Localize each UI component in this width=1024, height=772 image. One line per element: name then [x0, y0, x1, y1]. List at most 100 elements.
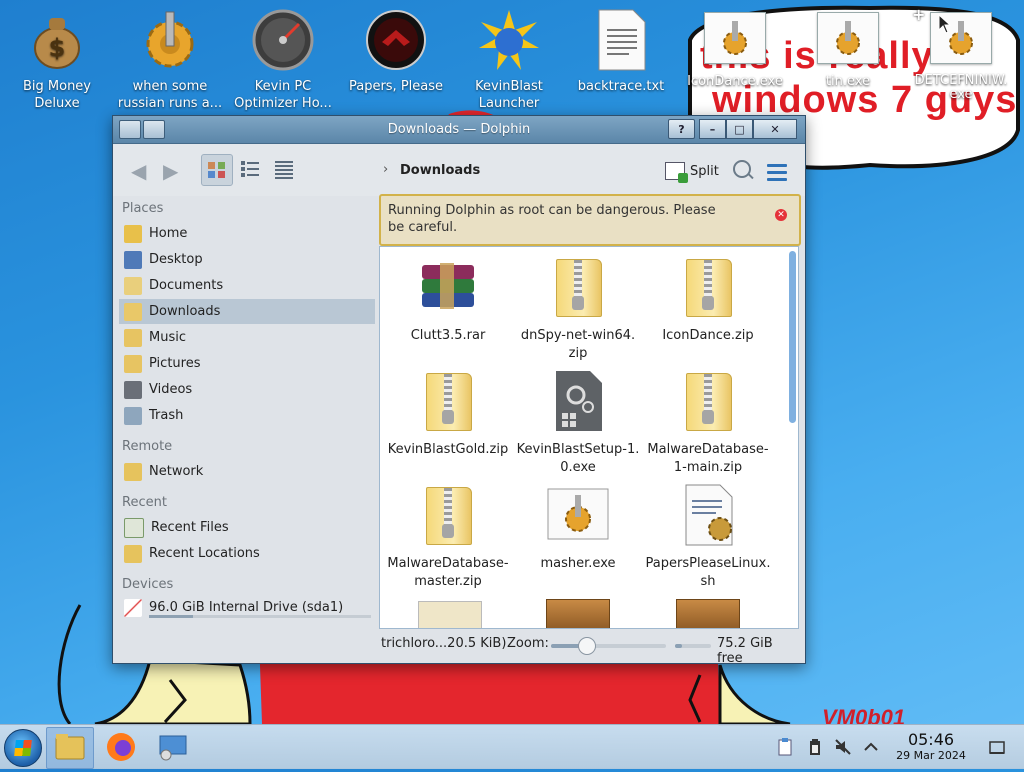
sidebar-item-desktop[interactable]: Desktop: [119, 247, 375, 272]
split-button[interactable]: Split: [665, 160, 719, 183]
file-item-masher[interactable]: masher.exe: [513, 477, 643, 573]
sidebar-item-pictures[interactable]: Pictures: [119, 351, 375, 376]
zip-folder-icon: [546, 255, 610, 319]
details-view-icon: [275, 161, 293, 179]
desktop-icon-label: Deluxe: [34, 96, 80, 111]
desktop-icon-label: when some: [132, 79, 208, 94]
maximize-button[interactable]: □: [726, 119, 753, 139]
sidebar-item-trash[interactable]: Trash: [119, 403, 375, 428]
svg-text:$: $: [49, 34, 66, 62]
network-icon: [124, 462, 142, 481]
sidebar-item-recent-locations[interactable]: Recent Locations: [119, 541, 375, 566]
clock-time: 05:46: [907, 730, 955, 749]
file-item-malwaredatabase-master[interactable]: MalwareDatabase- master.zip: [383, 477, 513, 591]
desktop-icon-kevin-pc-optimizer[interactable]: Kevin PC Optimizer Ho...: [224, 4, 342, 112]
taskbar-dolphin[interactable]: [46, 727, 94, 769]
exe-gear-icon: [704, 12, 766, 64]
rar-archive-icon: [416, 255, 480, 319]
clock[interactable]: 05:46 29 Mar 2024: [886, 731, 976, 763]
battery-icon[interactable]: [806, 738, 824, 756]
package-box-icon[interactable]: [546, 599, 610, 628]
file-item-malwaredatabase-main[interactable]: MalwareDatabase- 1-main.zip: [643, 363, 773, 477]
sidebar-item-videos[interactable]: Videos: [119, 377, 375, 402]
music-icon: [124, 328, 142, 347]
free-space-label: 75.2 GiB free: [717, 636, 773, 666]
compact-view-button[interactable]: [235, 154, 265, 184]
desktop-icon-label: backtrace.txt: [577, 79, 665, 94]
start-button[interactable]: [4, 729, 42, 767]
sidebar-item-recent-files[interactable]: Recent Files: [119, 515, 375, 540]
show-desktop-icon[interactable]: [988, 738, 1006, 756]
close-button[interactable]: ✕: [753, 119, 797, 139]
back-arrow-icon[interactable]: ◀: [131, 160, 153, 182]
hamburger-menu-icon[interactable]: [767, 164, 787, 185]
sidebar-item-downloads[interactable]: Downloads: [119, 299, 375, 324]
desktop-icon-label: Kevin PC: [254, 79, 312, 94]
sidebar-item-documents[interactable]: Documents: [119, 273, 375, 298]
executable-icon: [546, 369, 610, 433]
clipboard-icon[interactable]: [776, 738, 794, 756]
desktop-icon-icondance[interactable]: IconDance.exe: [680, 12, 790, 89]
desktop-icon-detcefniniw[interactable]: DETCEFNINIW. exe: [906, 12, 1016, 102]
mouse-cursor-icon: [938, 14, 952, 34]
volume-muted-icon[interactable]: [834, 738, 852, 756]
desktop-icon-kevinblast-launcher[interactable]: KevinBlast Launcher: [450, 4, 568, 112]
sidebar-item-label: Home: [149, 226, 188, 241]
taskbar-firefox[interactable]: [98, 727, 144, 767]
icons-view-button[interactable]: [201, 154, 233, 186]
file-item-kevinblastgold[interactable]: KevinBlastGold.zip: [383, 363, 513, 459]
file-item-dnspy[interactable]: dnSpy-net-win64. zip: [513, 249, 643, 363]
zoom-slider[interactable]: [551, 637, 666, 655]
sidebar-item-network[interactable]: Network: [119, 459, 375, 484]
taskbar-system-settings[interactable]: [150, 727, 196, 767]
recent-files-icon: [124, 517, 144, 538]
desktop-icon-tin[interactable]: tin.exe: [793, 12, 903, 89]
file-item-clutt[interactable]: Clutt3.5.rar: [383, 249, 513, 345]
details-view-button[interactable]: [269, 154, 299, 184]
file-item-icondance-zip[interactable]: IconDance.zip: [643, 249, 773, 345]
sidebar-item-label: Network: [149, 464, 204, 479]
file-name: dnSpy-net-win64.: [520, 328, 636, 343]
help-button[interactable]: ?: [668, 119, 695, 139]
desktop-icon-label: DETCEFNINIW.: [914, 73, 1008, 88]
icons-view-icon: [208, 162, 225, 178]
zoom-slider-handle[interactable]: [577, 637, 596, 655]
certificate-file-icon[interactable]: [418, 601, 482, 628]
file-name: MalwareDatabase-: [387, 556, 509, 571]
desktop-icon-papers-please[interactable]: Papers, Please: [337, 4, 455, 95]
drive-usage-bar: [149, 615, 371, 618]
sidebar-item-label: 96.0 GiB Internal Drive (sda1): [149, 600, 344, 615]
breadcrumb[interactable]: Downloads: [400, 163, 480, 178]
search-icon[interactable]: [733, 160, 751, 178]
package-box-icon[interactable]: [676, 599, 740, 628]
recent-locations-icon: [124, 544, 142, 563]
close-warning-icon[interactable]: ✕: [775, 209, 787, 221]
zip-folder-icon: [416, 483, 480, 547]
warning-message: Running Dolphin as root can be dangerous…: [388, 203, 716, 235]
zip-folder-icon: [416, 369, 480, 433]
sidebar-item-music[interactable]: Music: [119, 325, 375, 350]
vertical-scrollbar[interactable]: [789, 251, 796, 423]
desktop-icon-russian[interactable]: when some russian runs a...: [111, 4, 229, 112]
minimize-button[interactable]: –: [699, 119, 726, 139]
sidebar-item-home[interactable]: Home: [119, 221, 375, 246]
script-file-icon: [676, 483, 740, 547]
file-item-papersplease-sh[interactable]: PapersPleaseLinux. sh: [643, 477, 773, 591]
forward-arrow-icon[interactable]: ▶: [163, 160, 185, 182]
sidebar-item-label: Downloads: [149, 304, 221, 319]
split-button-label: Split: [690, 163, 719, 179]
zip-folder-icon: [676, 255, 740, 319]
selection-info: trichloro...20.5 KiB): [381, 636, 507, 651]
desktop-icon-big-money[interactable]: $ Big Money Deluxe: [0, 4, 116, 112]
title-bar[interactable]: Downloads — Dolphin ? – □ ✕: [113, 116, 805, 144]
chevron-up-icon[interactable]: [862, 738, 880, 756]
videos-icon: [124, 380, 142, 399]
sidebar-item-label: Music: [149, 330, 186, 345]
clock-date: 29 Mar 2024: [896, 749, 966, 762]
firefox-icon: [107, 733, 135, 761]
sidebar-item-label: Recent Files: [151, 520, 229, 535]
desktop-icon-backtrace[interactable]: backtrace.txt: [562, 4, 680, 95]
speedometer-icon: [251, 8, 315, 72]
file-item-kevinblastsetup[interactable]: KevinBlastSetup-1. 0.exe: [513, 363, 643, 477]
desktop-icon-label: tin.exe: [825, 74, 871, 89]
